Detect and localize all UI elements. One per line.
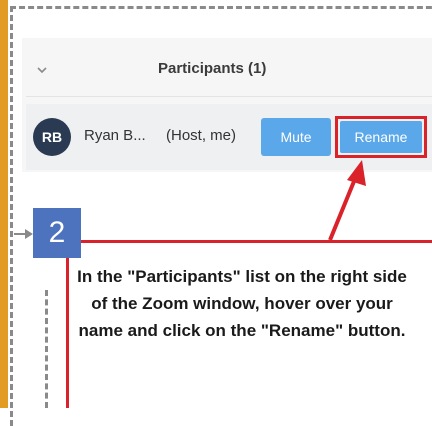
instruction-text: In the "Participants" list on the right …	[77, 267, 407, 340]
participant-role: (Host, me)	[166, 127, 237, 144]
orange-side-bar	[0, 0, 8, 408]
rename-button[interactable]: Rename	[340, 121, 422, 153]
row-divider	[26, 96, 432, 97]
participant-name: Ryan B...	[84, 127, 146, 144]
step-number-badge: 2	[33, 208, 81, 258]
dashed-guide-inner	[45, 290, 48, 408]
panel-title: Participants (1)	[158, 60, 267, 77]
avatar: RB	[33, 118, 71, 156]
mute-button[interactable]: Mute	[261, 118, 331, 156]
chevron-down-icon[interactable]	[35, 63, 49, 77]
